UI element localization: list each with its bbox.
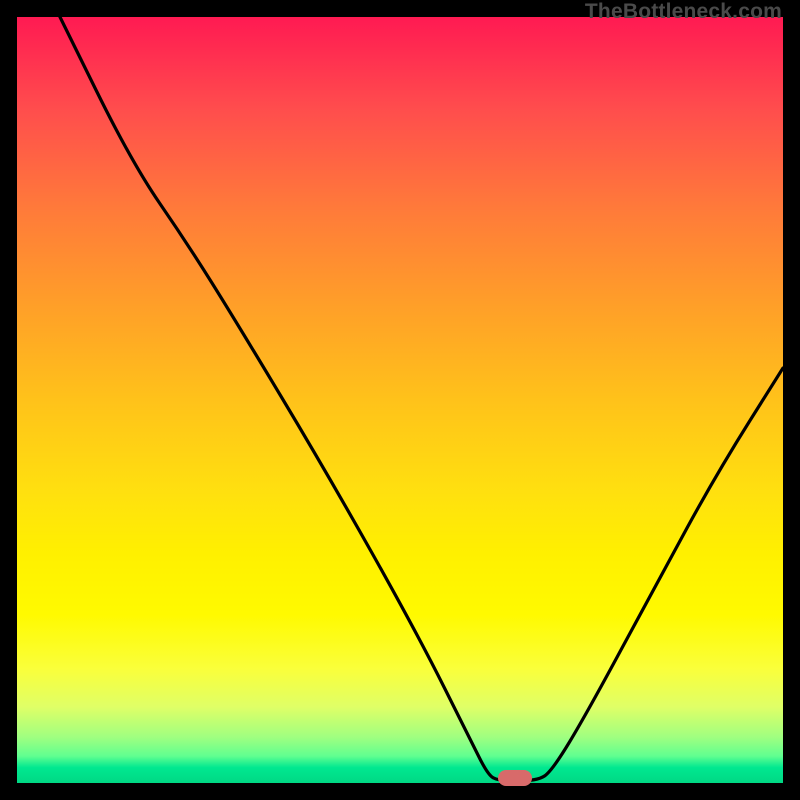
- watermark-label: TheBottleneck.com: [585, 0, 782, 24]
- bottleneck-curve: [17, 17, 783, 783]
- optimal-marker: [498, 770, 532, 786]
